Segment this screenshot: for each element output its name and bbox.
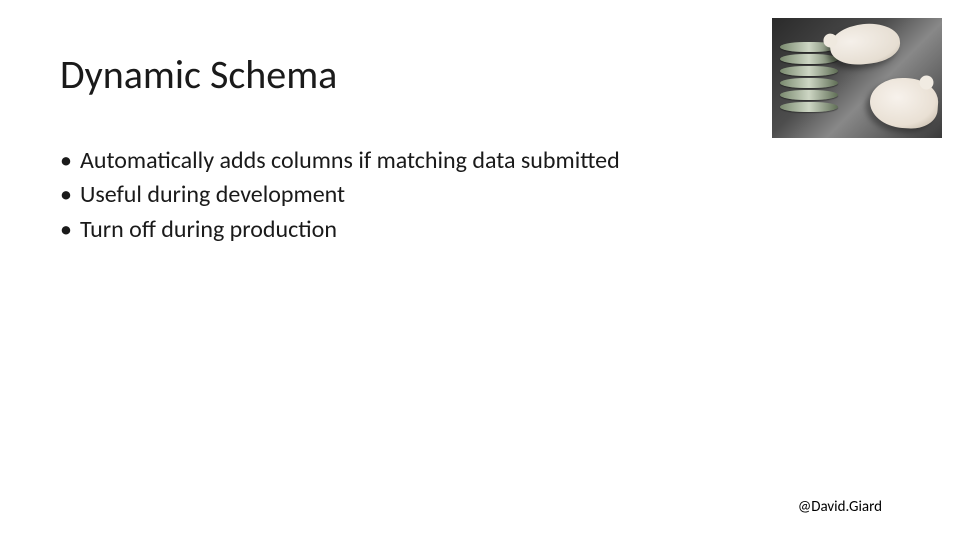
slide-title: Dynamic Schema <box>60 50 337 99</box>
disk-stack-icon <box>780 42 838 112</box>
list-item: • Useful during development <box>60 179 620 211</box>
footer-handle: @David.Giard <box>798 498 882 516</box>
bullet-dot-icon: • <box>60 214 72 246</box>
list-item: • Automatically adds columns if matching… <box>60 145 620 177</box>
bullet-text: Useful during development <box>80 179 345 211</box>
bullet-text: Turn off during production <box>80 214 337 246</box>
decorative-image <box>772 18 942 138</box>
bullet-text: Automatically adds columns if matching d… <box>80 145 620 177</box>
slide: Dynamic Schema • Automatically adds colu… <box>0 0 960 540</box>
mouse-icon <box>868 76 939 131</box>
bullet-dot-icon: • <box>60 179 72 211</box>
list-item: • Turn off during production <box>60 214 620 246</box>
bullet-dot-icon: • <box>60 145 72 177</box>
mouse-icon <box>828 20 902 67</box>
bullet-list: • Automatically adds columns if matching… <box>60 145 620 248</box>
